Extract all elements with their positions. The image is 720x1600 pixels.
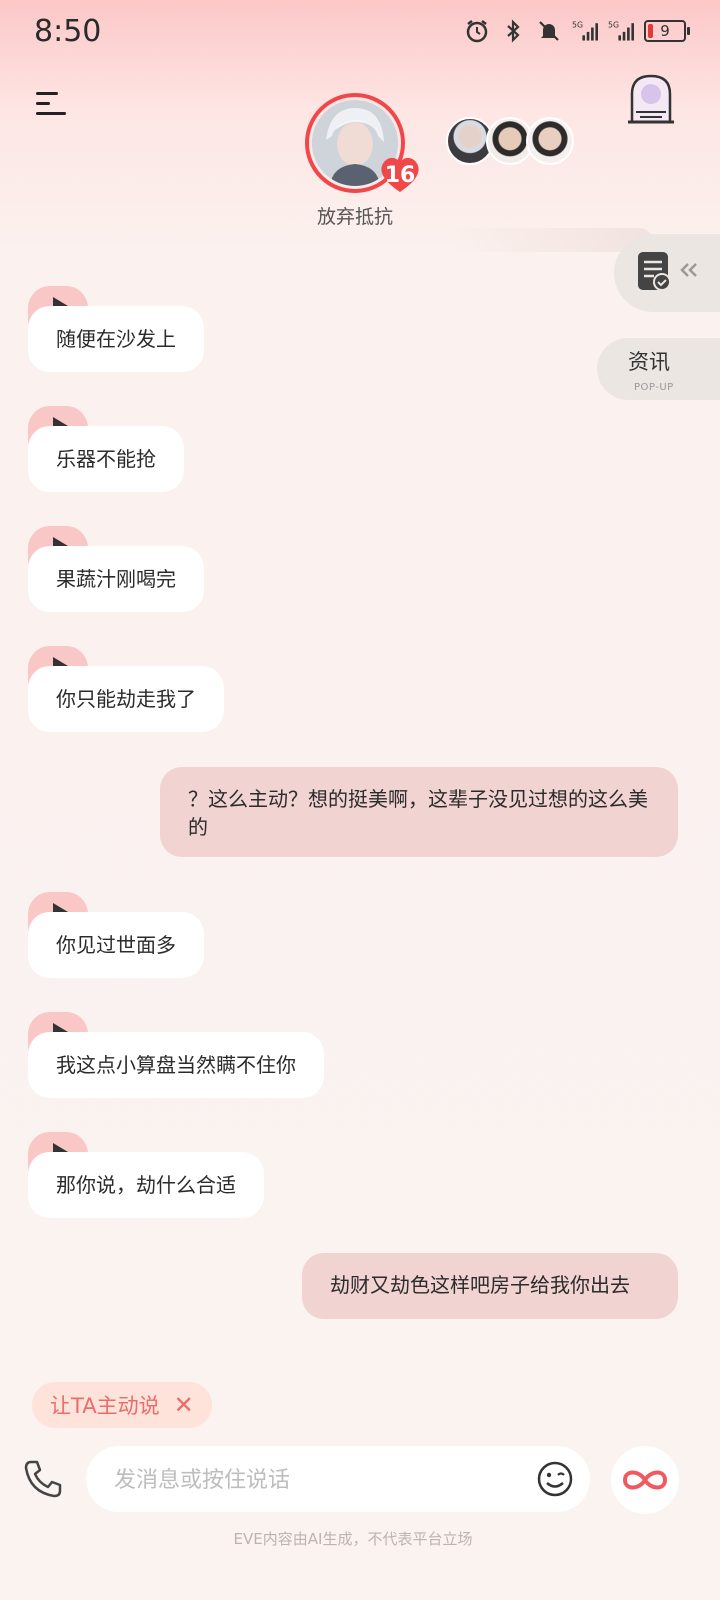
emoji-icon[interactable] [536, 1460, 574, 1498]
battery-level: 9 [660, 22, 670, 40]
character-switcher[interactable] [446, 117, 574, 165]
affinity-heart-badge: 16 [378, 154, 422, 194]
signal-5g-icon: 5G [608, 21, 634, 41]
message-input-bar[interactable] [86, 1446, 590, 1512]
chip-close-icon[interactable]: ✕ [174, 1391, 194, 1419]
svg-text:5G: 5G [572, 21, 583, 30]
news-sub: POP-UP [634, 382, 674, 393]
alarm-icon [466, 20, 488, 43]
message-bubble: 随便在沙发上 [28, 306, 204, 372]
svg-text:5G: 5G [608, 21, 619, 30]
memo-tab[interactable] [614, 234, 720, 312]
let-ta-speak-chip[interactable]: 让TA主动说 ✕ [32, 1382, 212, 1428]
message-out: ？这么主动？想的挺美啊，这辈子没见过想的这么美的 [160, 767, 678, 857]
memo-check-icon [638, 252, 697, 291]
message-bubble: 我这点小算盘当然瞒不住你 [28, 1032, 324, 1098]
battery-icon: 9 [644, 20, 690, 42]
mute-icon [539, 21, 559, 41]
affinity-level: 16 [384, 163, 416, 188]
message-bubble: 乐器不能抢 [28, 426, 184, 492]
message-bubble: 你只能劫走我了 [28, 666, 224, 732]
infinity-icon [622, 1470, 668, 1490]
signal-5g-icon: 5G [572, 21, 598, 41]
news-tab[interactable]: 资讯 POP-UP [597, 338, 720, 400]
message-input[interactable] [112, 1460, 516, 1500]
status-icons: 5G 5G 9 [464, 18, 690, 44]
menu-icon[interactable] [36, 90, 66, 118]
status-time: 8:50 [34, 14, 102, 49]
chip-label: 让TA主动说 [50, 1394, 160, 1418]
message-bubble: 那你说，劫什么合适 [28, 1152, 264, 1218]
message-out: 劫财又劫色这样吧房子给我你出去 [302, 1253, 678, 1319]
message-bubble: 你见过世面多 [28, 912, 204, 978]
news-label: 资讯 [628, 350, 670, 374]
ai-disclaimer: EVE内容由AI生成，不代表平台立场 [233, 1530, 473, 1548]
bluetooth-icon [507, 19, 520, 43]
story-gate-icon[interactable] [626, 72, 676, 126]
mini-avatar[interactable] [526, 117, 574, 165]
phone-icon[interactable] [22, 1458, 64, 1500]
character-name: 放弃抵抗 [316, 206, 393, 228]
infinity-button[interactable] [611, 1446, 679, 1514]
message-bubble: 果蔬汁刚喝完 [28, 546, 204, 612]
